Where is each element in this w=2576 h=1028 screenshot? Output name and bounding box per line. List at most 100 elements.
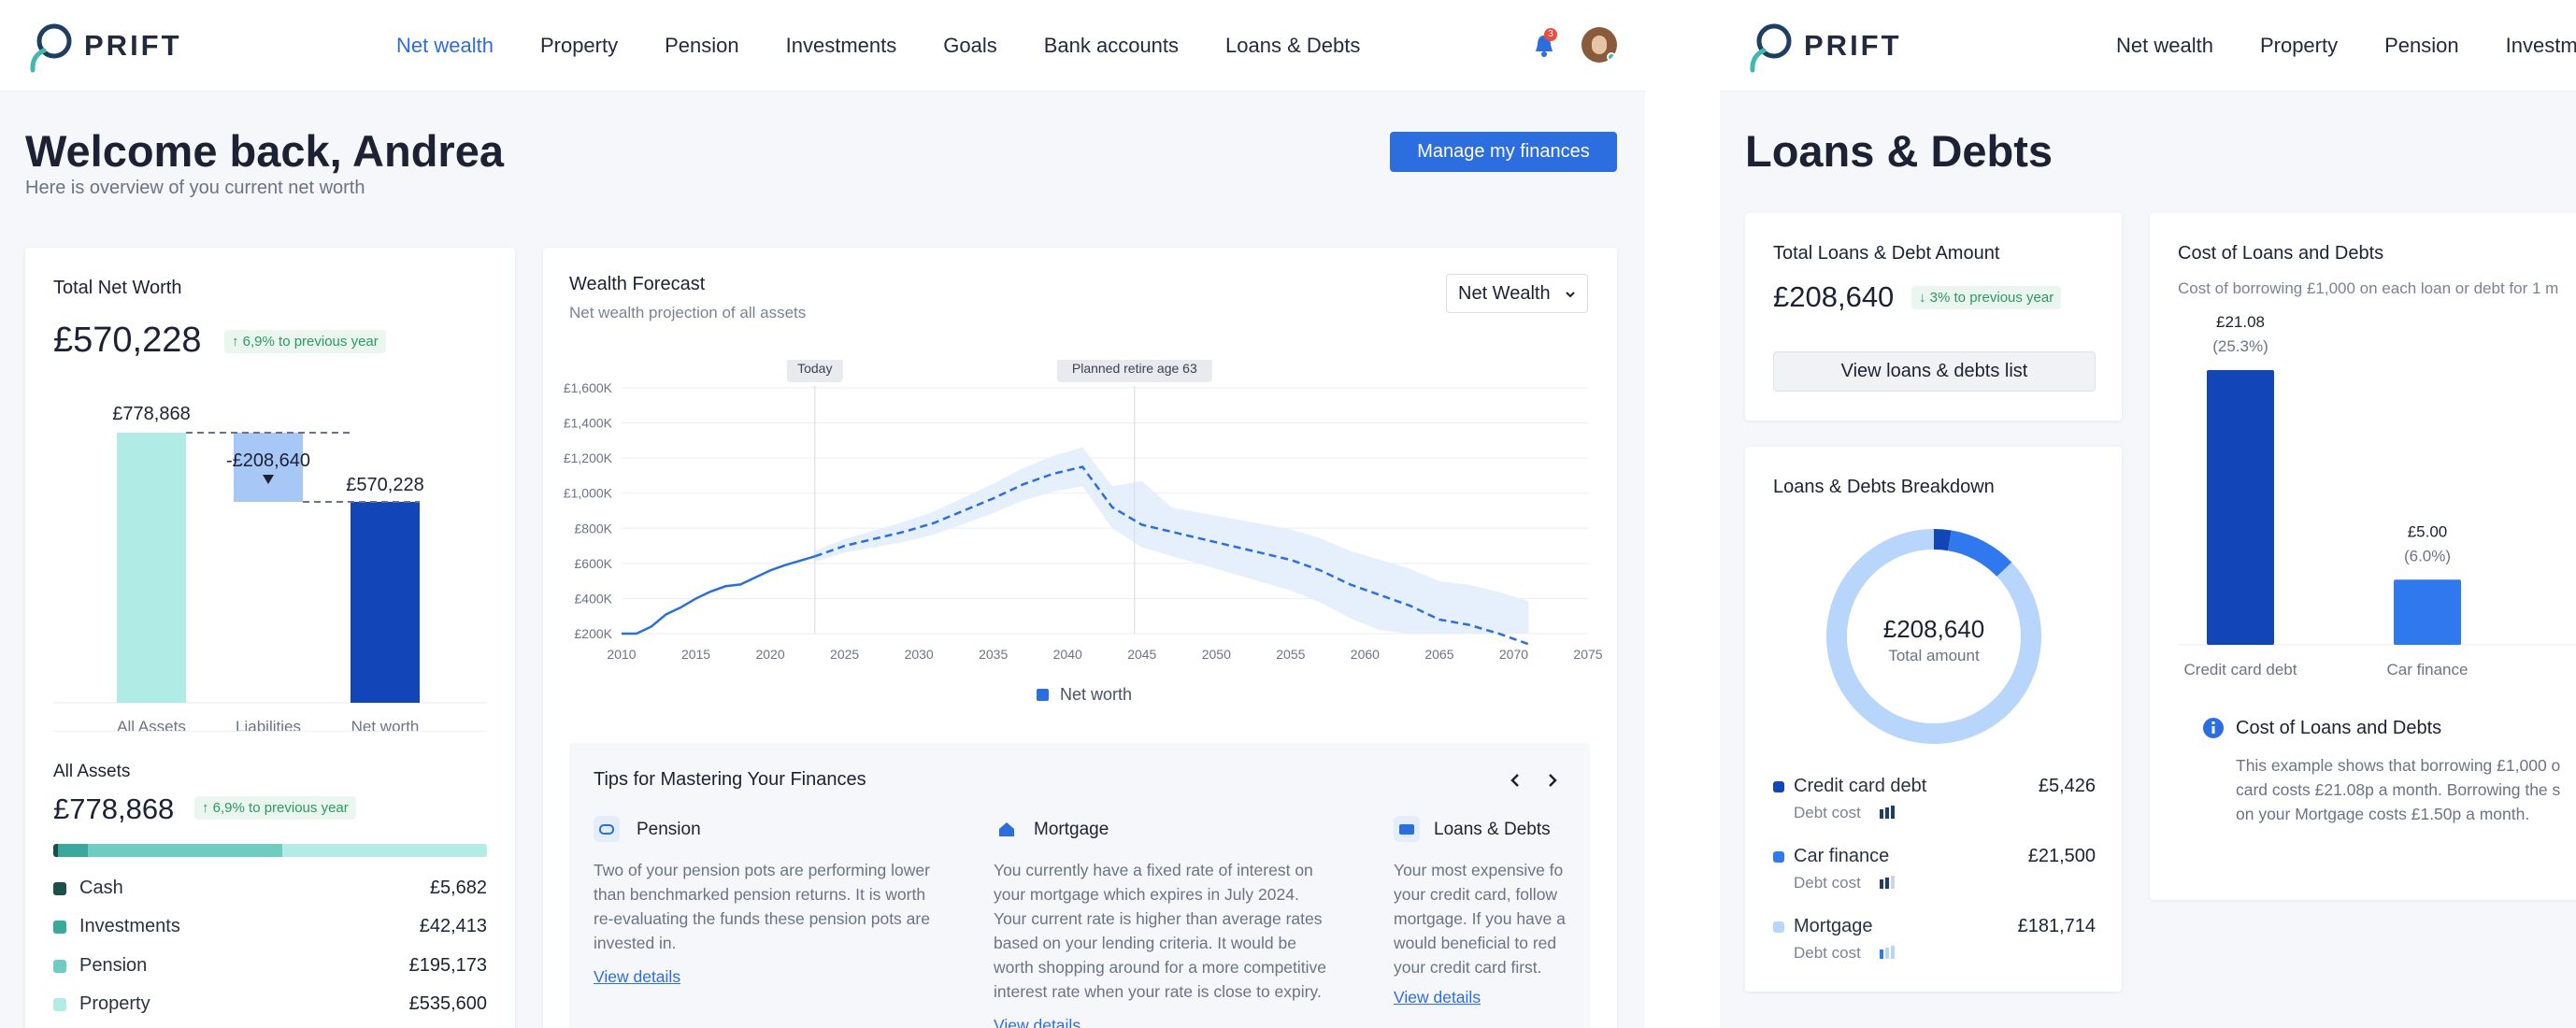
tips-panel: Tips for Mastering Your Finances Pension…: [569, 743, 1590, 1028]
view-loans-list-button[interactable]: View loans & debts list: [1773, 351, 2096, 392]
nav-property[interactable]: Property: [540, 34, 618, 58]
info-text-line-2: card costs £21.08p a month. Borrowing th…: [2236, 780, 2561, 799]
notification-button[interactable]: 3: [1533, 28, 1557, 60]
home-icon: [999, 822, 1014, 836]
user-avatar[interactable]: [1581, 27, 1617, 63]
debt-item-credit-card: Credit card debt: [1773, 776, 1926, 797]
net-worth-line-actual: [622, 555, 816, 635]
manage-finances-button[interactable]: Manage my finances: [1390, 132, 1617, 172]
x-tick-label: 2055: [1276, 647, 1305, 662]
asset-label-pension: Pension: [79, 955, 148, 976]
cost-bar: [1891, 806, 1895, 819]
debt-item-car-finance: Car finance: [1773, 846, 1889, 867]
category-all-assets: All Assets: [117, 718, 186, 735]
wealth-forecast-card: Wealth Forecast Net wealth projection of…: [543, 248, 1617, 1028]
nav-investments-2[interactable]: Investme: [2506, 34, 2576, 58]
divider: [53, 731, 487, 732]
tip-mortgage-line-5: worth shopping around for a more competi…: [994, 958, 1327, 977]
tip-mortgage-line-6: interest rate when your rate is close to…: [994, 982, 1322, 1001]
main-menu-2: Net wealth Property Pension Investme: [2116, 0, 2576, 92]
asset-label-investments: Investments: [79, 916, 180, 936]
previous-arrow-icon[interactable]: [1509, 773, 1522, 788]
x-tick-label: 2060: [1351, 647, 1380, 662]
assets-bar-property: [282, 844, 487, 857]
swatch-cash: [53, 881, 66, 895]
mortgage-tip-icon: [994, 816, 1020, 842]
donut-slice-car-finance: [1947, 530, 2012, 578]
y-tick-label: £1,000K: [564, 486, 613, 501]
top-navigation-2: PRIFT Net wealth Property Pension Invest…: [1720, 0, 2576, 92]
info-text-line-3: on your Mortgage costs £1.50p a month.: [2236, 805, 2530, 823]
loans-tip-icon: [1394, 816, 1420, 842]
category-net-worth: Net worth: [351, 718, 420, 735]
nav-net-wealth-2[interactable]: Net wealth: [2116, 34, 2213, 58]
asset-label-property: Property: [79, 993, 150, 1014]
nav-bank-accounts[interactable]: Bank accounts: [1044, 34, 1179, 58]
forecast-subtitle: Net wealth projection of all assets: [569, 304, 807, 321]
today-marker-label: Today: [797, 361, 832, 376]
tip-loans-title: Loans & Debts: [1434, 820, 1551, 839]
y-tick-label: £1,200K: [564, 450, 613, 465]
cost-bar-car-finance: [2394, 579, 2461, 645]
donut-center-label: Total amount: [1888, 647, 1980, 664]
net-worth-title: Total Net Worth: [53, 278, 182, 298]
asset-value-investments: £42,413: [419, 916, 487, 936]
cost-card-title: Cost of Loans and Debts: [2178, 243, 2384, 264]
nav-pension-2[interactable]: Pension: [2384, 34, 2459, 58]
x-tick-label: 2025: [830, 647, 859, 662]
y-tick-label: £800K: [575, 521, 613, 535]
legend-swatch-net-worth: [1037, 689, 1049, 701]
logo[interactable]: PRIFT: [24, 19, 182, 73]
debt-cost-meter-credit-card: [1880, 806, 1895, 819]
cost-value-label: £5.00: [2408, 522, 2448, 540]
piggy-bank-icon: [599, 824, 614, 835]
bar-net-worth: [351, 502, 420, 703]
welcome-subtitle: Here is overview of you current net wort…: [25, 178, 365, 198]
asset-item-property: Property: [53, 993, 150, 1015]
tip-loans-link[interactable]: View details: [1394, 988, 1481, 1007]
debt-cost-meter-car-finance: [1880, 876, 1895, 889]
all-assets-title: All Assets: [53, 762, 131, 781]
category-liabilities: Liabilities: [236, 718, 301, 735]
nav-investments[interactable]: Investments: [786, 34, 897, 58]
info-text-line-1: This example shows that borrowing £1,000…: [2236, 756, 2561, 775]
chevron-down-icon: [1566, 292, 1575, 298]
prift-logo-icon: [1750, 23, 1792, 73]
debt-label-credit-card: Credit card debt: [1794, 776, 1927, 796]
next-arrow-icon[interactable]: [1546, 773, 1559, 788]
cost-bar: [1891, 876, 1895, 889]
x-tick-label: 2010: [607, 647, 636, 662]
debt-cost-label-credit-card: Debt cost: [1794, 804, 1861, 821]
y-tick-label: £1,600K: [564, 380, 613, 395]
cost-value-label: £21.08: [2216, 313, 2265, 331]
page-title: Loans & Debts: [1745, 126, 2054, 176]
nav-property-2[interactable]: Property: [2260, 34, 2338, 58]
total-loans-card: Total Loans & Debt Amount £208,640 ↓ 3% …: [1745, 213, 2122, 421]
total-loans-title: Total Loans & Debt Amount: [1773, 243, 2000, 264]
main-menu: Net wealth Property Pension Investments …: [396, 0, 1407, 92]
tip-mortgage-line-1: You currently have a fixed rate of inter…: [994, 861, 1313, 879]
forecast-dropdown-value: Net Wealth: [1458, 282, 1551, 304]
nav-loans-debts[interactable]: Loans & Debts: [1225, 34, 1360, 58]
top-navigation: PRIFT Net wealth Property Pension Invest…: [0, 0, 1645, 92]
asset-item-investments: Investments: [53, 916, 180, 937]
tip-pension-link[interactable]: View details: [594, 967, 680, 987]
tip-mortgage-line-4: based on your lending criteria. It would…: [994, 934, 1296, 952]
net-worth-card: Total Net Worth £570,228 ↑ 6,9% to previ…: [25, 248, 515, 1028]
avatar-face: [1592, 36, 1607, 54]
asset-label-cash: Cash: [79, 878, 123, 898]
nav-pension[interactable]: Pension: [665, 34, 739, 58]
tip-mortgage-link[interactable]: View details: [994, 1016, 1080, 1028]
prift-logo-icon: [30, 23, 72, 73]
nav-net-wealth[interactable]: Net wealth: [396, 34, 494, 58]
asset-item-pension: Pension: [53, 955, 147, 977]
y-tick-label: £200K: [575, 626, 613, 641]
x-tick-label: 2020: [755, 647, 784, 662]
logo-2[interactable]: PRIFT: [1744, 19, 1902, 73]
nav-goals[interactable]: Goals: [943, 34, 996, 58]
x-tick-label: 2045: [1127, 647, 1156, 662]
label-all-assets-value: £778,868: [112, 404, 190, 424]
y-tick-label: £400K: [575, 591, 613, 606]
forecast-dropdown[interactable]: Net Wealth: [1446, 274, 1588, 313]
debt-label-car-finance: Car finance: [1794, 846, 1890, 866]
